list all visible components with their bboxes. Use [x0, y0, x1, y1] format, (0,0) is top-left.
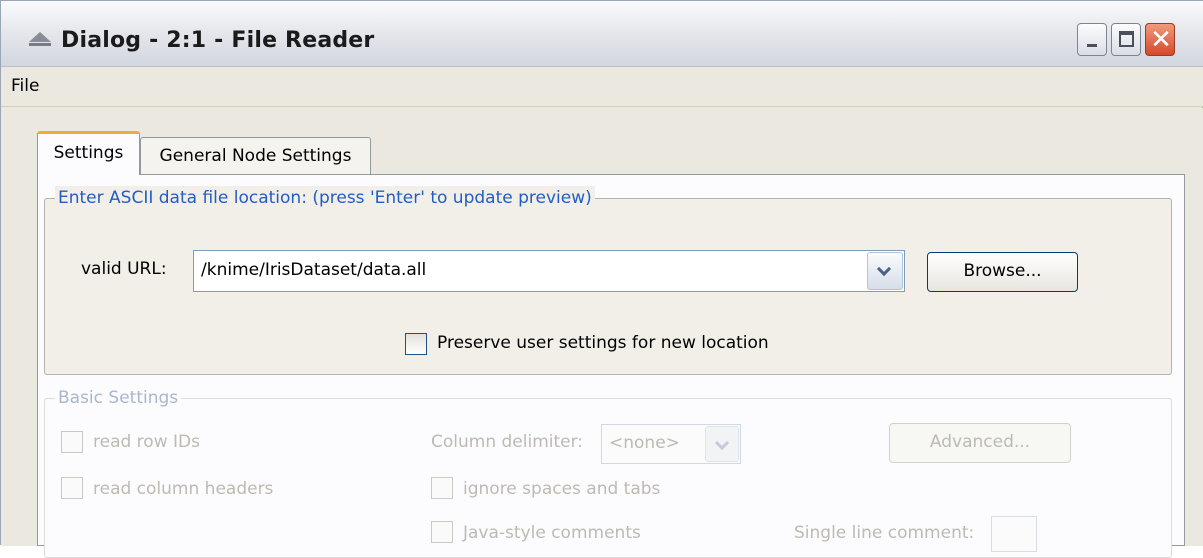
column-delimiter-label: Column delimiter:: [431, 432, 584, 452]
read-column-headers-label: read column headers: [93, 479, 274, 499]
preserve-settings-label: Preserve user settings for new location: [437, 333, 769, 353]
tab-general-node-settings[interactable]: General Node Settings: [140, 137, 371, 174]
ignore-spaces-label: ignore spaces and tabs: [463, 479, 661, 499]
dialog-window: Dialog - 2:1 - File Reader ✕ File Settin…: [0, 0, 1203, 558]
menu-file[interactable]: File: [11, 76, 39, 96]
url-dropdown-button[interactable]: [867, 252, 903, 290]
window-title: Dialog - 2:1 - File Reader: [61, 28, 375, 53]
single-line-comment-label: Single line comment:: [794, 523, 975, 543]
java-comments-label: Java-style comments: [463, 523, 641, 543]
file-location-group-title: Enter ASCII data file location: (press '…: [55, 186, 595, 210]
advanced-button[interactable]: Advanced...: [889, 423, 1071, 463]
column-delimiter-select[interactable]: <none>: [601, 424, 741, 464]
title-bar[interactable]: Dialog - 2:1 - File Reader ✕: [1, 1, 1203, 67]
read-row-ids-checkbox[interactable]: [61, 431, 83, 453]
close-button[interactable]: ✕: [1145, 23, 1175, 56]
close-icon: ✕: [1150, 25, 1172, 55]
url-label: valid URL:: [81, 259, 167, 279]
column-delimiter-value: <none>: [609, 433, 680, 453]
basic-settings-group-title: Basic Settings: [55, 386, 182, 410]
chevron-down-icon: [714, 435, 730, 451]
read-row-ids-label: read row IDs: [93, 432, 200, 452]
menu-bar: File: [1, 67, 1203, 107]
java-comments-checkbox[interactable]: [431, 521, 453, 543]
url-input[interactable]: /knime/IrisDataset/data.all: [201, 260, 426, 280]
read-column-headers-checkbox[interactable]: [61, 477, 83, 499]
app-icon: [29, 32, 51, 46]
url-combo[interactable]: /knime/IrisDataset/data.all: [193, 250, 905, 292]
ignore-spaces-checkbox[interactable]: [431, 477, 453, 499]
minimize-icon: [1087, 44, 1097, 47]
preserve-settings-checkbox[interactable]: [405, 333, 427, 355]
maximize-button[interactable]: [1111, 23, 1141, 56]
chevron-down-icon: [876, 261, 892, 277]
column-delimiter-dropdown-button[interactable]: [705, 426, 739, 462]
maximize-icon: [1119, 31, 1134, 47]
browse-button[interactable]: Browse...: [927, 252, 1078, 292]
single-line-comment-input[interactable]: [991, 516, 1037, 552]
tab-settings[interactable]: Settings: [37, 131, 140, 175]
minimize-button[interactable]: [1077, 23, 1107, 56]
